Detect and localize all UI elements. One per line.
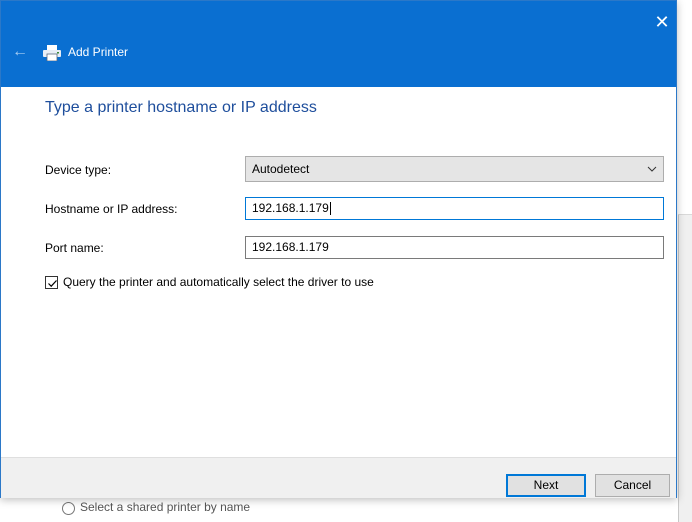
device-type-dropdown[interactable]: Autodetect <box>245 156 664 182</box>
device-type-label: Device type: <box>45 163 112 177</box>
text-caret <box>329 202 331 216</box>
hostname-value: 192.168.1.179 <box>252 201 329 215</box>
port-name-value: 192.168.1.179 <box>252 240 329 254</box>
port-name-label: Port name: <box>45 241 104 255</box>
close-icon: ✕ <box>654 12 670 32</box>
close-button[interactable]: ✕ <box>651 11 673 33</box>
window-title: Add Printer <box>68 45 129 59</box>
query-printer-checkbox[interactable] <box>45 276 58 289</box>
cancel-button[interactable]: Cancel <box>595 474 670 497</box>
background-radio-label: Select a shared printer by name <box>80 500 251 514</box>
back-button[interactable]: ← <box>9 41 31 63</box>
chevron-down-icon <box>647 157 657 190</box>
hostname-input[interactable]: 192.168.1.179 <box>245 197 664 220</box>
arrow-left-icon: ← <box>12 43 28 60</box>
next-button[interactable]: Next <box>506 474 586 497</box>
background-window-edge <box>678 214 692 522</box>
query-printer-label: Query the printer and automatically sele… <box>63 275 374 289</box>
add-printer-dialog: ✕ ← Add Printer Type a printer hostname … <box>0 0 677 498</box>
port-name-input[interactable]: 192.168.1.179 <box>245 236 664 259</box>
checkmark-icon <box>48 280 57 288</box>
background-radio-option: Select a shared printer by name <box>40 500 620 521</box>
printer-icon <box>43 45 61 62</box>
page-heading: Type a printer hostname or IP address <box>45 99 317 116</box>
dialog-footer: Next Cancel <box>1 457 676 498</box>
device-type-value: Autodetect <box>252 162 310 176</box>
hostname-label: Hostname or IP address: <box>45 202 178 216</box>
title-bar: ✕ ← Add Printer <box>1 1 676 87</box>
radio-button <box>62 502 75 515</box>
